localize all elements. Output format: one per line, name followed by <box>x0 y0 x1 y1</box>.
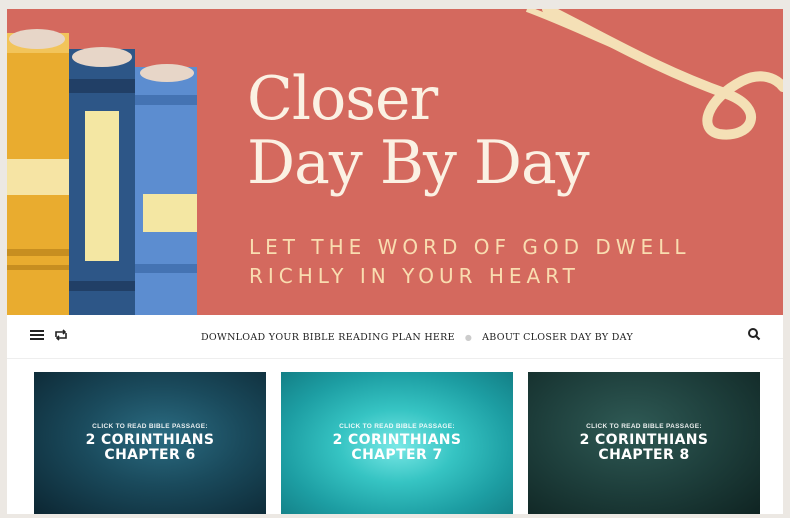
blue-book <box>135 64 197 315</box>
nav-link-about[interactable]: ABOUT CLOSER DAY BY DAY <box>482 332 633 343</box>
nav-separator: ● <box>464 332 473 342</box>
card-kicker: CLICK TO READ BIBLE PASSAGE: <box>586 423 702 430</box>
site-title-line2: Day By Day <box>247 128 590 198</box>
nav-links: DOWNLOAD YOUR BIBLE READING PLAN HERE ● … <box>201 315 633 359</box>
header-banner[interactable]: Closer Day By Day LET THE WORD OF GOD DW… <box>7 9 783 315</box>
card-title-line2: CHAPTER 7 <box>351 447 443 463</box>
tagline-line1: LET THE WORD OF GOD DWELL <box>249 235 691 259</box>
site-tagline: LET THE WORD OF GOD DWELL RICHLY IN YOUR… <box>249 233 690 291</box>
tagline-line2: RICHLY IN YOUR HEART <box>249 264 580 288</box>
site-title[interactable]: Closer Day By Day <box>247 64 590 198</box>
card-title-line2: CHAPTER 6 <box>104 447 196 463</box>
yellow-book <box>7 29 69 315</box>
page-frame: Closer Day By Day LET THE WORD OF GOD DW… <box>7 9 783 514</box>
post-grid: CLICK TO READ BIBLE PASSAGE: 2 CORINTHIA… <box>7 372 783 514</box>
card-title-line1: 2 CORINTHIANS <box>85 432 215 448</box>
nav-link-reading-plan[interactable]: DOWNLOAD YOUR BIBLE READING PLAN HERE <box>201 332 455 343</box>
card-title-line1: 2 CORINTHIANS <box>332 432 462 448</box>
post-card-chapter-8[interactable]: CLICK TO READ BIBLE PASSAGE: 2 CORINTHIA… <box>528 372 760 514</box>
site-title-line1: Closer <box>247 64 438 134</box>
main-navigation: DOWNLOAD YOUR BIBLE READING PLAN HERE ● … <box>7 315 783 359</box>
card-title-line2: CHAPTER 8 <box>598 447 690 463</box>
hamburger-menu-icon[interactable] <box>29 327 49 347</box>
post-card-chapter-7[interactable]: CLICK TO READ BIBLE PASSAGE: 2 CORINTHIA… <box>281 372 513 514</box>
card-kicker: CLICK TO READ BIBLE PASSAGE: <box>339 423 455 430</box>
card-title: 2 CORINTHIANS CHAPTER 8 <box>528 433 760 463</box>
post-card-chapter-6[interactable]: CLICK TO READ BIBLE PASSAGE: 2 CORINTHIA… <box>34 372 266 514</box>
card-title-line1: 2 CORINTHIANS <box>579 432 709 448</box>
shuffle-icon[interactable] <box>53 327 73 347</box>
card-kicker: CLICK TO READ BIBLE PASSAGE: <box>92 423 208 430</box>
card-title: 2 CORINTHIANS CHAPTER 6 <box>34 433 266 463</box>
navy-book <box>69 47 135 315</box>
card-title: 2 CORINTHIANS CHAPTER 7 <box>281 433 513 463</box>
search-icon[interactable] <box>747 327 767 347</box>
